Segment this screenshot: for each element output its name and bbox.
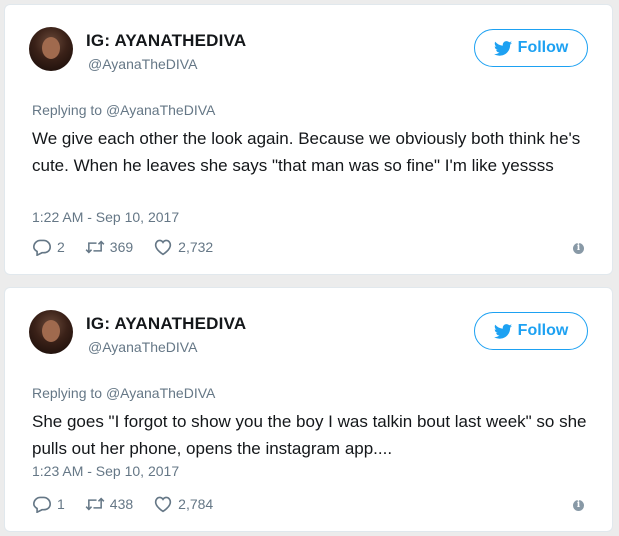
retweet-button[interactable]: 369 bbox=[85, 238, 133, 256]
reply-icon bbox=[32, 496, 52, 513]
like-button[interactable]: 2,732 bbox=[153, 238, 213, 256]
display-name[interactable]: IG: AYANATHEDIVA bbox=[86, 31, 246, 51]
tweet-card[interactable]: IG: AYANATHEDIVA @AyanaTheDIVA Follow Re… bbox=[4, 287, 613, 532]
follow-button[interactable]: Follow bbox=[474, 312, 588, 350]
user-handle[interactable]: @AyanaTheDIVA bbox=[88, 339, 197, 355]
user-handle[interactable]: @AyanaTheDIVA bbox=[88, 56, 197, 72]
replying-to: Replying to @AyanaTheDIVA bbox=[32, 385, 215, 401]
retweet-icon bbox=[85, 497, 105, 511]
reply-mention-link[interactable]: @AyanaTheDIVA bbox=[106, 102, 215, 118]
follow-button[interactable]: Follow bbox=[474, 29, 588, 67]
info-icon[interactable]: i bbox=[573, 243, 584, 254]
avatar[interactable] bbox=[29, 27, 73, 71]
twitter-bird-icon bbox=[493, 323, 512, 339]
reply-count: 2 bbox=[57, 239, 65, 255]
info-icon[interactable]: i bbox=[573, 500, 584, 511]
follow-label: Follow bbox=[517, 322, 569, 339]
follow-label: Follow bbox=[517, 39, 569, 56]
action-bar: 2 369 2,732 bbox=[32, 238, 233, 256]
reply-button[interactable]: 1 bbox=[32, 495, 65, 513]
like-button[interactable]: 2,784 bbox=[153, 495, 213, 513]
tweet-card[interactable]: IG: AYANATHEDIVA @AyanaTheDIVA Follow Re… bbox=[4, 4, 613, 275]
heart-icon bbox=[154, 496, 172, 513]
heart-icon bbox=[154, 239, 172, 256]
retweet-count: 438 bbox=[109, 496, 134, 512]
reply-count: 1 bbox=[57, 496, 65, 512]
reply-mention-link[interactable]: @AyanaTheDIVA bbox=[106, 385, 215, 401]
action-bar: 1 438 2,784 bbox=[32, 495, 233, 513]
reply-icon bbox=[32, 239, 52, 256]
replying-to: Replying to @AyanaTheDIVA bbox=[32, 102, 215, 118]
reply-prefix: Replying to bbox=[32, 385, 103, 401]
display-name[interactable]: IG: AYANATHEDIVA bbox=[86, 314, 246, 334]
retweet-icon bbox=[85, 240, 105, 254]
reply-button[interactable]: 2 bbox=[32, 238, 65, 256]
reply-prefix: Replying to bbox=[32, 102, 103, 118]
like-count: 2,784 bbox=[178, 496, 214, 512]
timestamp-link[interactable]: 1:22 AM - Sep 10, 2017 bbox=[32, 209, 179, 225]
timestamp-link[interactable]: 1:23 AM - Sep 10, 2017 bbox=[32, 463, 179, 479]
tweet-text: She goes "I forgot to show you the boy I… bbox=[32, 412, 587, 458]
tweet-text: We give each other the look again. Becau… bbox=[32, 129, 581, 175]
retweet-count: 369 bbox=[109, 239, 134, 255]
avatar[interactable] bbox=[29, 310, 73, 354]
like-count: 2,732 bbox=[178, 239, 214, 255]
retweet-button[interactable]: 438 bbox=[85, 495, 133, 513]
twitter-bird-icon bbox=[493, 40, 512, 56]
